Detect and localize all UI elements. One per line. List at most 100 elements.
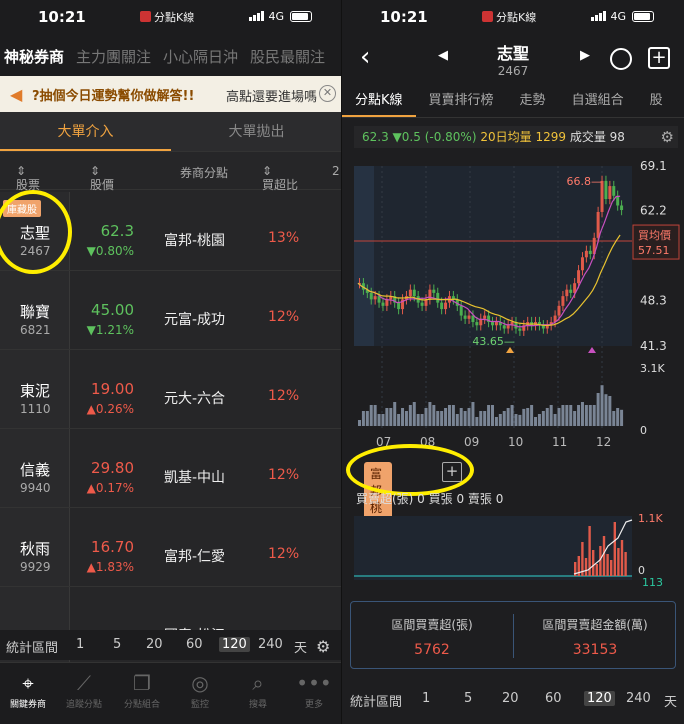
nav-track-branch[interactable]: ⟋ 追蹤分點 [56,671,112,710]
stock-code: 9929 [20,560,51,574]
period-option-60[interactable]: 60 [186,637,203,652]
bottom-nav: ⌖ 關鍵券商 ⟋ 追蹤分點 ❐ 分點組合 ◎ 監控 ⌕ 搜尋 ••• 更多 [0,662,342,724]
volume-bar [557,408,561,426]
tab-day-trade[interactable]: 小心隔日沖 [163,46,238,67]
volume-bar [408,405,412,426]
tab-trend[interactable]: 走勢 [507,84,559,117]
volume-bar [573,411,577,426]
gear-icon[interactable]: ⚙ [661,126,674,148]
summary-label-amount: 區間買賣超金額(萬) [542,618,648,632]
candle-body [584,250,588,258]
volume-bar [522,408,526,426]
target-icon[interactable] [610,48,632,70]
ma-volume-value: 1299 [535,130,566,144]
period-option-60[interactable]: 60 [545,691,562,706]
candle-body [475,322,479,326]
volume-bar [381,414,385,426]
candle-body [432,289,436,293]
tab-secret-broker[interactable]: 神秘券商 [4,46,64,67]
header-ratio[interactable]: 買超比 ⇕ [262,164,298,192]
add-icon[interactable]: + [648,47,670,69]
volume-bar [451,405,455,426]
candle-body [494,322,498,326]
period-option-120[interactable]: 120 [584,691,615,706]
left-screen: 10:21 分點K線 4G 神秘券商 主力團關注 小心隔日沖 股民最關注 ◀ ?… [0,0,342,724]
broker-branch: 凱基-中山 [164,470,226,486]
nav-monitor[interactable]: ◎ 監控 [172,671,228,710]
table-row[interactable]: 信義 9940 29.80 ▲0.17% 凱基-中山 12% [0,429,342,508]
interval-summary: 區間買賣超(張) 5762 區間買賣超金額(萬) 33153 [350,601,676,669]
period-option-20[interactable]: 20 [502,691,519,706]
candle-body [444,302,448,310]
period-option-5[interactable]: 5 [113,637,121,652]
summary-label-net: 區間買賣超(張) [391,618,473,632]
candle-body [420,302,424,306]
signal-icon [591,11,607,24]
candle-body [577,270,581,284]
volume-bar [534,417,538,426]
header-stock[interactable]: 股票 ⇕ [16,164,40,192]
promo-banner[interactable]: ◀ ?抽個今日運勢幫你做解答!! 高點還要進場嗎 ✕ [0,76,342,112]
net-bar [602,536,606,576]
stock-name: 東泥 [20,382,51,400]
candle-body [467,315,471,319]
y-tick-label: 48.3 [640,294,667,308]
net-bar [595,564,598,576]
volume-bar [502,411,506,426]
nav-search[interactable]: ⌕ 搜尋 [230,671,286,710]
tab-large-buy[interactable]: 大單介入 [0,112,171,151]
volume-bar [588,405,592,426]
quote-pct: (-0.80%) [424,130,477,144]
volume-bar [393,402,397,426]
volume-bar [530,405,534,426]
period-option-5[interactable]: 5 [464,691,472,706]
next-stock-icon[interactable]: ▶ [580,48,590,63]
period-option-20[interactable]: 20 [146,637,163,652]
stock-header: ‹ ◀ 志聖 2467 ▶ + [342,36,684,84]
volume-bar [506,408,510,426]
right-screen: 10:21 分點K線 4G ‹ ◀ 志聖 2467 ▶ + 分點K線 買賣排行榜… [342,0,684,724]
period-option-240[interactable]: 240 [258,637,283,652]
kline-chart[interactable]: 07 08 09 10 11 12 69.1 62.2 48.3 41.3 買均價 57.51 66.8… [342,150,684,450]
volume-bar [397,414,401,426]
app-label: 分點K線 [140,9,194,25]
tab-branch-kline[interactable]: 分點K線 [342,84,416,117]
signal-icon [249,11,265,24]
period-option-240[interactable]: 240 [626,691,651,706]
tab-custom-group[interactable]: 自選組合 [559,84,637,117]
tab-large-sell[interactable]: 大單拋出 [171,112,342,151]
nav-branch-group[interactable]: ❐ 分點組合 [114,671,170,710]
table-row[interactable]: 聯寶 6821 45.00 ▼1.21% 元富-成功 12% [0,271,342,350]
buy-ratio: 12% [268,388,300,404]
period-option-1[interactable]: 1 [76,637,84,652]
volume-bar [600,385,604,426]
volume-bar [416,414,420,426]
tab-popular[interactable]: 股民最關注 [250,46,325,67]
table-row[interactable]: 秋雨 9929 16.70 ▲1.83% 富邦-仁愛 12% [0,508,342,587]
nav-key-broker[interactable]: ⌖ 關鍵券商 [0,671,56,710]
gear-icon[interactable]: ⚙ [316,637,330,656]
volume-bar [401,408,405,426]
table-row[interactable]: 庫藏股 志聖 2467 62.3 ▼0.80% 富邦-桃園 13% [0,192,342,271]
high-label: 66.8— [567,175,603,188]
volume-bar [389,408,393,426]
candle-body [506,325,510,329]
volume-bar [455,414,459,426]
candle-body [385,299,389,306]
table-row[interactable]: 東泥 1110 19.00 ▲0.26% 元大-六合 12% [0,350,342,429]
volume-bar [553,414,557,426]
candle-body [436,292,440,303]
add-broker-icon[interactable]: + [442,462,462,482]
volume-value: 98 [609,130,625,144]
close-icon[interactable]: ✕ [319,85,336,102]
tab-main-force[interactable]: 主力團關注 [76,46,151,67]
avg-price-label: 買均價 [638,228,671,242]
stock-code: 2467 [497,64,529,78]
nav-more[interactable]: ••• 更多 [286,671,342,710]
period-option-1[interactable]: 1 [422,691,430,706]
tab-overflow[interactable]: 股 [637,84,676,117]
volume-bar [604,394,608,426]
header-price[interactable]: 股價 ⇕ [90,164,114,192]
period-option-120[interactable]: 120 [219,637,250,652]
tab-ranking[interactable]: 買賣排行榜 [416,84,507,117]
